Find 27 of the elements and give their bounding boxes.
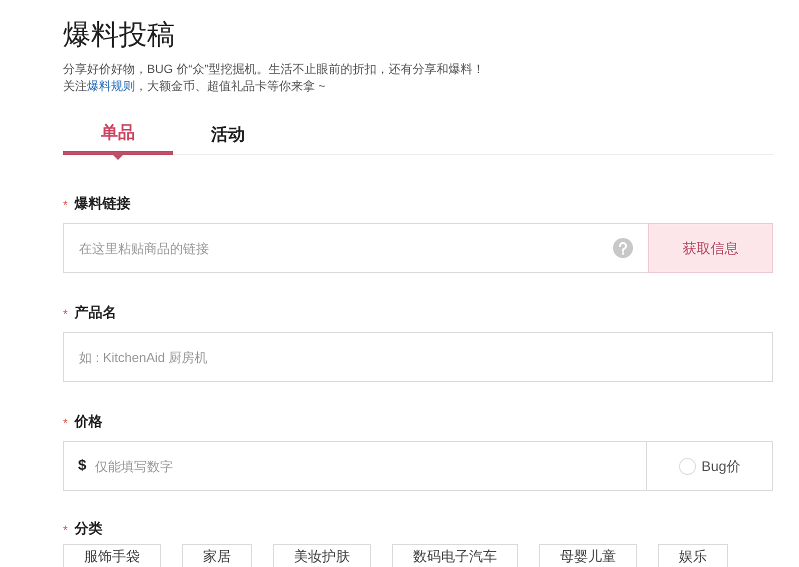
required-mark: * [63, 306, 68, 320]
category-tag[interactable]: 娱乐 [658, 544, 728, 567]
product-name-input[interactable]: 如 : KitchenAid 厨房机 [63, 332, 773, 382]
tab[interactable]: 单品 [63, 115, 173, 155]
category-tag[interactable]: 家居 [182, 544, 252, 567]
required-mark: * [63, 522, 68, 536]
fetch-info-button[interactable]: 获取信息 [648, 223, 773, 273]
category-tag[interactable]: 美妆护肤 [273, 544, 371, 567]
tab-pointer-icon [113, 155, 123, 160]
bug-price-radio[interactable]: Bug价 [647, 441, 773, 491]
page-title: 爆料投稿 [63, 17, 175, 52]
intro-text: 分享好价好物，BUG 价“众”型挖掘机。生活不止眼前的折扣，还有分享和爆料！ [63, 61, 484, 78]
category-tag[interactable]: 服饰手袋 [63, 544, 161, 567]
field-label: 价格 [74, 412, 103, 430]
field-label: 产品名 [74, 302, 117, 322]
required-mark: * [63, 415, 68, 429]
link-input[interactable]: 在这里粘贴商品的链接 [63, 223, 648, 273]
field-label: 分类 [74, 518, 103, 538]
tab[interactable]: 活动 [173, 115, 283, 155]
category-tag[interactable]: 数码电子汽车 [392, 544, 518, 567]
rules-text: 关注爆料规则，大额金币、超值礼品卡等你来拿 ~ [63, 78, 326, 95]
required-mark: * [63, 197, 68, 211]
field-label: 爆料链接 [74, 194, 131, 212]
help-icon[interactable] [613, 238, 633, 258]
rules-link[interactable]: 爆料规则 [87, 79, 135, 93]
currency-symbol: $ [78, 456, 86, 476]
category-tag[interactable]: 母婴儿童 [539, 544, 637, 567]
